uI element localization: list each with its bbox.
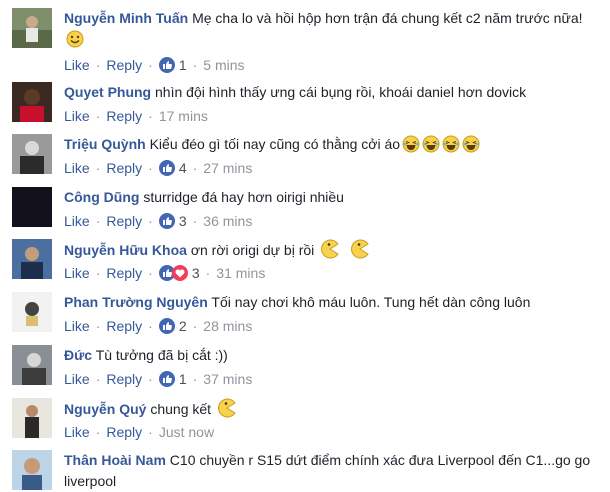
pacman-icon	[217, 398, 237, 418]
reaction-count[interactable]: 2	[179, 318, 187, 334]
like-link[interactable]: Like	[64, 371, 90, 387]
separator: ·	[95, 318, 101, 334]
commenter-name[interactable]: Công Dũng	[64, 189, 139, 205]
like-link[interactable]: Like	[64, 213, 90, 229]
separator: ·	[148, 57, 153, 73]
separator: ·	[148, 318, 153, 334]
commenter-name[interactable]: Nguyễn Minh Tuấn	[64, 10, 188, 26]
separator: ·	[148, 160, 153, 176]
avatar[interactable]	[12, 134, 52, 174]
separator: ·	[95, 213, 101, 229]
like-link[interactable]: Like	[64, 424, 90, 440]
commenter-name[interactable]: Nguyễn Quý	[64, 401, 146, 417]
reaction-count[interactable]: 1	[179, 57, 187, 73]
timestamp[interactable]: 17 mins	[159, 108, 208, 124]
love-icon[interactable]	[171, 265, 188, 281]
comment-list: Nguyễn Minh Tuấn Mẹ cha lo và hồi hộp hơ…	[0, 0, 610, 490]
separator: ·	[205, 265, 211, 281]
commenter-name[interactable]: Thân Hoài Nam	[64, 452, 166, 468]
like-link[interactable]: Like	[64, 318, 90, 334]
like-icon[interactable]	[158, 371, 175, 387]
separator: ·	[192, 160, 198, 176]
laugh-icon	[422, 135, 440, 153]
separator: ·	[148, 371, 153, 387]
reply-link[interactable]: Reply	[106, 371, 142, 387]
separator: ·	[192, 213, 198, 229]
separator: ·	[95, 57, 101, 73]
timestamp[interactable]: 37 mins	[203, 371, 252, 387]
pacman-icon	[320, 239, 340, 259]
laugh-icon	[442, 135, 460, 153]
timestamp[interactable]: 31 mins	[216, 265, 265, 281]
avatar[interactable]	[12, 345, 52, 385]
separator: ·	[95, 424, 101, 440]
separator: ·	[95, 160, 101, 176]
like-icon[interactable]	[158, 318, 175, 334]
commenter-name[interactable]: Nguyễn Hữu Khoa	[64, 242, 187, 258]
like-link[interactable]: Like	[64, 160, 90, 176]
timestamp[interactable]: 27 mins	[203, 160, 252, 176]
like-link[interactable]: Like	[64, 265, 90, 281]
timestamp[interactable]: 36 mins	[203, 213, 252, 229]
like-icon[interactable]	[158, 213, 175, 229]
reaction-count[interactable]: 3	[192, 265, 200, 281]
like-link[interactable]: Like	[64, 108, 90, 124]
separator: ·	[148, 213, 153, 229]
separator: ·	[148, 108, 153, 124]
separator: ·	[148, 265, 153, 281]
comment-text: Kiểu đéo gì tối nay cũng có thằng cởi áo	[149, 136, 401, 152]
avatar[interactable]	[12, 292, 52, 332]
comment-text: sturridge đá hay hơn oirigi nhiều	[143, 189, 344, 205]
separator: ·	[148, 424, 153, 440]
comment-text: Mẹ cha lo và hồi hộp hơn trận đá chung k…	[192, 10, 583, 26]
separator: ·	[95, 265, 101, 281]
avatar[interactable]	[12, 398, 52, 438]
comment-text: nhìn đội hình thấy ưng cái bụng rồi, kho…	[155, 84, 527, 100]
commenter-name[interactable]: Phan Trường Nguyên	[64, 294, 208, 310]
comment-text: Tù tưởng đã bị cắt :))	[95, 347, 228, 363]
avatar[interactable]	[12, 450, 52, 490]
pacman-icon	[350, 239, 370, 259]
like-icon[interactable]	[158, 160, 175, 176]
commenter-name[interactable]: Quyet Phung	[64, 84, 151, 100]
comment-text: ơn rời origi dự bị rồi	[190, 242, 315, 258]
reply-link[interactable]: Reply	[106, 108, 142, 124]
reply-link[interactable]: Reply	[106, 318, 142, 334]
laugh-icon	[402, 135, 420, 153]
comment-text: Tối nay chơi khô máu luôn. Tung hết dàn …	[211, 294, 531, 310]
timestamp[interactable]: 28 mins	[203, 318, 252, 334]
reply-link[interactable]: Reply	[106, 213, 142, 229]
like-icon[interactable]	[158, 57, 175, 73]
reaction-count[interactable]: 4	[179, 160, 187, 176]
timestamp[interactable]: Just now	[159, 424, 214, 440]
reply-link[interactable]: Reply	[106, 160, 142, 176]
comment-text: chung kết	[150, 401, 212, 417]
separator: ·	[192, 371, 198, 387]
commenter-name[interactable]: Triệu Quỳnh	[64, 136, 146, 152]
smile-icon	[66, 30, 84, 48]
separator: ·	[95, 371, 101, 387]
separator: ·	[95, 108, 101, 124]
like-link[interactable]: Like	[64, 57, 90, 73]
avatar[interactable]	[12, 8, 52, 48]
separator: ·	[192, 318, 198, 334]
timestamp[interactable]: 5 mins	[203, 57, 244, 73]
separator: ·	[192, 57, 198, 73]
laugh-icon	[462, 135, 480, 153]
avatar[interactable]	[12, 239, 52, 279]
avatar[interactable]	[12, 82, 52, 122]
reaction-count[interactable]: 1	[179, 371, 187, 387]
reaction-count[interactable]: 3	[179, 213, 187, 229]
reply-link[interactable]: Reply	[106, 57, 142, 73]
commenter-name[interactable]: Đức	[64, 347, 92, 363]
reply-link[interactable]: Reply	[106, 265, 142, 281]
reply-link[interactable]: Reply	[106, 424, 142, 440]
avatar[interactable]	[12, 187, 52, 227]
